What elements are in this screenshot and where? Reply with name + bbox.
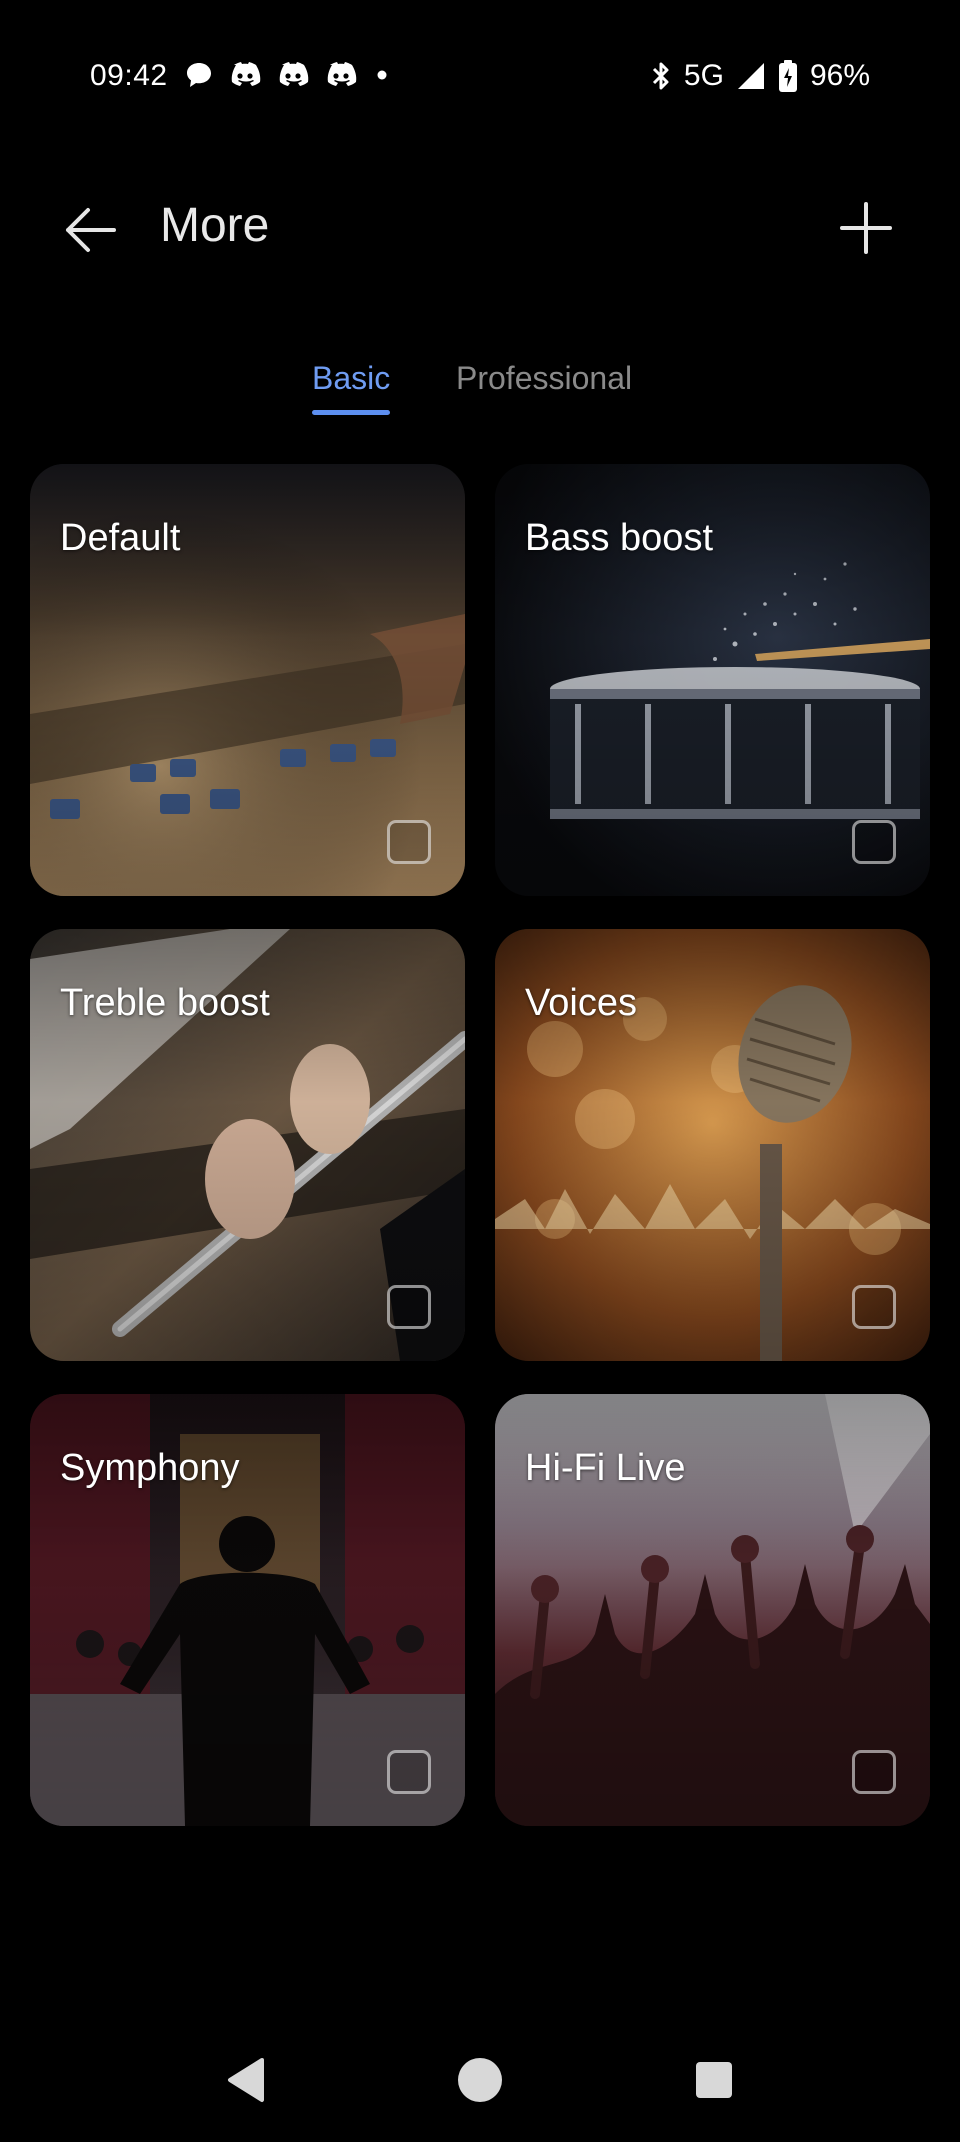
discord-icon	[327, 62, 357, 86]
tab-basic-label: Basic	[312, 360, 391, 396]
preset-card-treble-boost[interactable]: Treble boost	[30, 929, 465, 1361]
preset-checkbox[interactable]	[387, 820, 431, 864]
preset-label: Treble boost	[60, 982, 270, 1024]
preset-label: Voices	[525, 982, 637, 1024]
notification-icons	[184, 60, 392, 90]
nav-recents-button[interactable]	[674, 2040, 754, 2120]
discord-icon	[279, 62, 309, 86]
app-bar: More	[0, 170, 960, 280]
preset-card-voices[interactable]: Voices	[495, 929, 930, 1361]
preset-checkbox[interactable]	[852, 1750, 896, 1794]
bluetooth-icon	[652, 62, 669, 90]
add-button[interactable]	[830, 192, 902, 264]
tab-professional[interactable]: Professional	[456, 354, 632, 402]
preset-card-default[interactable]: Default	[30, 464, 465, 896]
status-time: 09:42	[90, 59, 168, 92]
nav-home-button[interactable]	[440, 2040, 520, 2120]
arrow-left-icon	[66, 208, 116, 252]
battery-level: 96%	[809, 59, 870, 92]
tab-bar: Basic Professional	[0, 354, 960, 418]
preset-card-symphony[interactable]: Symphony	[30, 1394, 465, 1826]
preset-checkbox[interactable]	[852, 1285, 896, 1329]
nav-home-icon	[458, 2058, 502, 2102]
preset-label: Symphony	[60, 1447, 240, 1489]
preset-card-bass-boost[interactable]: Bass boost	[495, 464, 930, 896]
tab-active-indicator	[312, 410, 391, 415]
page-title: More	[160, 199, 270, 252]
network-type: 5G	[683, 59, 724, 92]
preset-label: Hi-Fi Live	[525, 1447, 686, 1489]
status-right: 5G 96%	[650, 56, 870, 96]
status-bar: 09:42 5G 96%	[0, 0, 960, 156]
preset-card-hi-fi-live[interactable]: Hi-Fi Live	[495, 1394, 930, 1826]
tab-basic[interactable]: Basic	[312, 354, 391, 415]
dot-icon	[377, 70, 387, 80]
nav-recents-icon	[696, 2062, 732, 2098]
nav-back-button[interactable]	[206, 2040, 286, 2120]
signal-icon	[737, 63, 764, 89]
plus-icon	[840, 202, 892, 254]
chat-bubble-icon	[187, 63, 211, 87]
preset-label: Default	[60, 517, 181, 559]
discord-icon	[231, 62, 261, 86]
preset-checkbox[interactable]	[852, 820, 896, 864]
navigation-bar	[0, 2040, 960, 2120]
back-button[interactable]	[54, 194, 126, 266]
preset-label: Bass boost	[525, 517, 713, 559]
battery-icon	[778, 60, 797, 92]
preset-checkbox[interactable]	[387, 1285, 431, 1329]
preset-checkbox[interactable]	[387, 1750, 431, 1794]
nav-back-icon	[228, 2058, 264, 2102]
tab-professional-label: Professional	[456, 360, 633, 396]
